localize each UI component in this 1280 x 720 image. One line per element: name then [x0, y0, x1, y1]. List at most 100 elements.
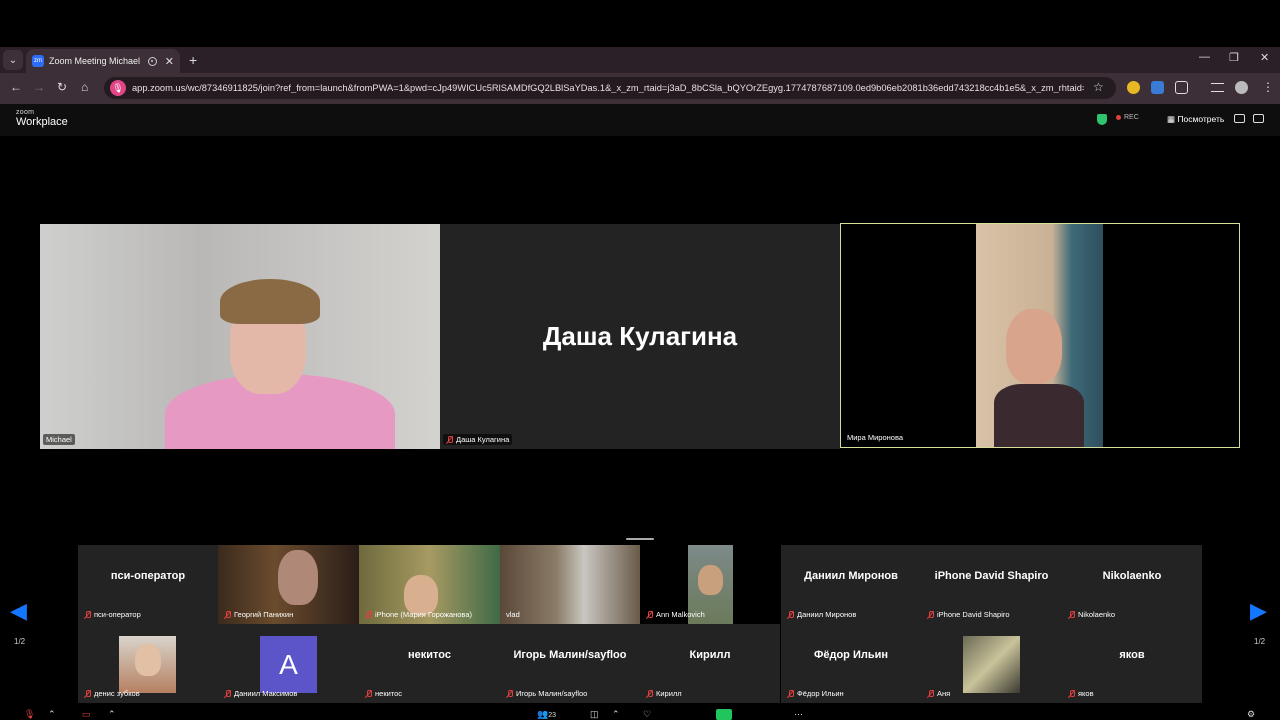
- profile-picture: [119, 636, 176, 693]
- participant-name-label: яков: [1065, 688, 1097, 699]
- participants-button[interactable]: 👥23: [537, 709, 556, 720]
- host-tools-icon[interactable]: ⚙: [1247, 709, 1255, 720]
- gallery-resize-handle[interactable]: [626, 538, 654, 540]
- participant-name-label: Кирилл: [643, 688, 685, 699]
- video-tile-dasha[interactable]: Даша Кулагина Даша Кулагина: [440, 224, 840, 449]
- mic-off-icon: [1068, 689, 1075, 698]
- video-options-chevron-icon[interactable]: ⌃: [108, 709, 116, 720]
- recording-icon: [147, 56, 157, 66]
- mute-microphone-icon[interactable]: 🎙: [24, 709, 35, 720]
- participant-name-label: пси-оператор: [81, 609, 144, 620]
- video-feed-face: [278, 550, 318, 605]
- bookmark-star-icon[interactable]: ☆: [1093, 80, 1104, 94]
- mic-off-icon: [646, 610, 653, 619]
- participant-display-name: Фёдор Ильин: [813, 648, 889, 661]
- video-feed-body: [994, 384, 1084, 447]
- grid-icon: ▦: [1167, 114, 1178, 124]
- gallery-tile[interactable]: Ann Malkovich: [640, 545, 780, 624]
- browser-menu-icon[interactable]: ⋮: [1262, 80, 1274, 94]
- participants-icon: 👥: [537, 709, 549, 719]
- participant-name-label: iPhone David Shapiro: [924, 609, 1013, 620]
- participant-name-label: Игорь Малин/sayfloo: [503, 688, 590, 699]
- next-page-arrow-icon[interactable]: ▶: [1250, 598, 1267, 624]
- mic-off-icon: [927, 610, 934, 619]
- audio-options-chevron-icon[interactable]: ⌃: [48, 709, 56, 720]
- gallery-tile[interactable]: vlad: [500, 545, 640, 624]
- media-control-icon[interactable]: [1211, 83, 1224, 92]
- fullscreen-icon[interactable]: [1234, 114, 1245, 123]
- share-screen-icon[interactable]: [716, 709, 732, 720]
- mic-off-icon: [506, 689, 513, 698]
- mic-off-icon: [787, 689, 794, 698]
- restore-button[interactable]: ❐: [1229, 51, 1239, 64]
- avatar-letter: A: [260, 636, 317, 693]
- gallery-tile[interactable]: Георгий Панихин: [218, 545, 359, 624]
- gallery-tile[interactable]: яков яков: [1062, 624, 1202, 703]
- gallery-tile[interactable]: некитос некитос: [359, 624, 500, 703]
- new-tab-button[interactable]: +: [189, 52, 197, 68]
- minimize-button[interactable]: —: [1199, 51, 1210, 63]
- gallery-tile[interactable]: Даниил Миронов Даниил Миронов: [781, 545, 921, 624]
- page-indicator-left: 1/2: [14, 637, 26, 646]
- close-tab-icon[interactable]: ✕: [165, 55, 174, 68]
- home-icon[interactable]: ⌂: [81, 80, 88, 94]
- microphone-site-icon[interactable]: 🎙: [110, 80, 126, 96]
- participant-name-label: iPhone (Мария Горожанова): [362, 609, 475, 620]
- mic-off-icon: [84, 689, 91, 698]
- video-feed-face: [698, 565, 723, 595]
- address-bar[interactable]: 🎙 app.zoom.us/wc/87346911825/join?ref_fr…: [104, 77, 1116, 99]
- participant-display-name: пси-оператор: [110, 569, 186, 582]
- participant-display-name: яков: [1119, 648, 1145, 661]
- chat-options-chevron-icon[interactable]: ⌃: [612, 709, 620, 720]
- chat-icon[interactable]: ◫: [590, 709, 599, 720]
- gallery-tile[interactable]: Игорь Малин/sayfloo Игорь Малин/sayfloo: [500, 624, 640, 703]
- mic-off-icon: [1068, 610, 1075, 619]
- gallery-tile[interactable]: Аня: [921, 624, 1062, 703]
- participant-name-label: Даниил Максимов: [221, 688, 300, 699]
- previous-page-arrow-icon[interactable]: ◀: [10, 598, 27, 624]
- url-text[interactable]: app.zoom.us/wc/87346911825/join?ref_from…: [132, 83, 1084, 93]
- tab-search-button[interactable]: ⌄: [3, 50, 23, 70]
- mic-off-icon: [787, 610, 794, 619]
- gallery-tile[interactable]: Nikolaenko Nikolaenko: [1062, 545, 1202, 624]
- gallery-tile[interactable]: A Даниил Максимов: [218, 624, 359, 703]
- back-icon[interactable]: ←: [10, 80, 22, 94]
- video-feed-face: [1006, 309, 1062, 384]
- forward-icon[interactable]: →: [33, 80, 45, 94]
- participant-name-label: vlad: [506, 610, 520, 619]
- zoom-header: [0, 104, 1280, 136]
- participant-name-label: Даша Кулагина: [443, 434, 513, 445]
- gallery-tile[interactable]: Кирилл Кирилл: [640, 624, 780, 703]
- participant-name-label: денис зубков: [81, 688, 143, 699]
- mic-off-icon: [224, 689, 231, 698]
- extensions-puzzle-icon[interactable]: [1175, 81, 1188, 94]
- view-button[interactable]: ▦ Посмотреть: [1167, 114, 1224, 125]
- reload-icon[interactable]: ↻: [57, 80, 67, 94]
- zoom-workplace-logo: Workplace: [16, 116, 68, 128]
- participant-display-name: iPhone David Shapiro: [934, 569, 1049, 582]
- tab-zoom-meeting[interactable]: zm Zoom Meeting Michael ✕: [26, 49, 180, 73]
- picture-in-picture-icon[interactable]: [1253, 114, 1264, 123]
- gallery-tile[interactable]: Фёдор Ильин Фёдор Ильин: [781, 624, 921, 703]
- video-tile-michael[interactable]: Michael: [40, 224, 440, 449]
- extension-icon[interactable]: [1151, 81, 1164, 94]
- extension-icon[interactable]: [1127, 81, 1140, 94]
- more-options-icon[interactable]: ⋯: [794, 709, 803, 720]
- profile-avatar[interactable]: [1235, 81, 1248, 94]
- reactions-icon[interactable]: ♡: [643, 709, 651, 720]
- profile-picture: [963, 636, 1020, 693]
- close-window-button[interactable]: ✕: [1260, 51, 1269, 64]
- mic-off-icon: [224, 610, 231, 619]
- mic-off-icon: [446, 435, 453, 444]
- video-tile-mira[interactable]: Мира Миронова: [840, 223, 1240, 448]
- recording-badge[interactable]: REC: [1116, 114, 1139, 121]
- gallery-tile[interactable]: iPhone (Мария Горожанова): [359, 545, 500, 624]
- security-shield-icon[interactable]: [1097, 114, 1107, 125]
- participant-display-name: Кирилл: [689, 648, 731, 661]
- gallery-tile[interactable]: iPhone David Shapiro iPhone David Shapir…: [921, 545, 1062, 624]
- gallery-tile[interactable]: пси-оператор пси-оператор: [78, 545, 218, 624]
- gallery-tile[interactable]: денис зубков: [78, 624, 218, 703]
- mic-off-icon: [84, 610, 91, 619]
- participant-display-name: Игорь Малин/sayfloo: [513, 648, 627, 661]
- video-off-icon[interactable]: ▭: [82, 709, 91, 720]
